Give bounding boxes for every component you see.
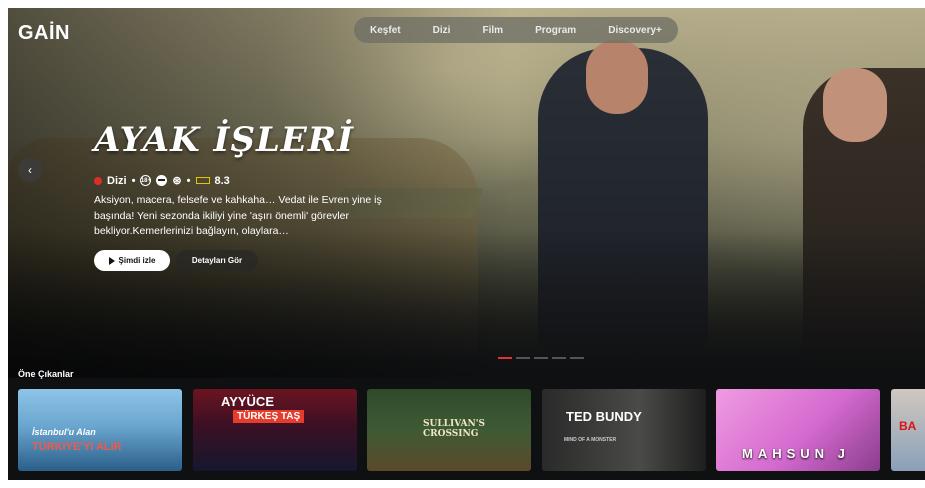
featured-row: İstanbul'u Alan TÜRKİYE'Yİ ALIR AYYÜCE T… xyxy=(18,389,925,473)
nav-item-discovery[interactable]: Discovery+ xyxy=(608,25,662,36)
featured-card[interactable]: AYYÜCE TÜRKEŞ TAŞ xyxy=(193,389,357,471)
violence-icon: ⊛ xyxy=(172,175,182,187)
nav-item-program[interactable]: Program xyxy=(535,25,576,36)
card-title: TED BUNDY xyxy=(566,409,642,424)
live-dot-icon xyxy=(94,176,102,185)
gain-logo[interactable]: GAİN xyxy=(18,22,70,45)
slide-dot[interactable] xyxy=(552,357,566,359)
card-subtitle: İstanbul'u Alan xyxy=(32,427,96,437)
featured-card[interactable]: İstanbul'u Alan TÜRKİYE'Yİ ALIR xyxy=(18,389,182,471)
featured-card[interactable]: BA xyxy=(891,389,925,471)
card-subtitle: MIND OF A MONSTER xyxy=(564,437,617,443)
card-title: AYYÜCE xyxy=(221,394,274,409)
hero-description: Aksiyon, macera, felsefe ve kahkaha… Ved… xyxy=(94,194,382,237)
top-nav: Keşfet Dizi Film Program Discovery+ xyxy=(354,17,678,43)
featured-card[interactable]: MAHSUN J xyxy=(716,389,880,471)
imdb-rating: 8.3 xyxy=(214,174,230,187)
card-title: TÜRKİYE'Yİ ALIR xyxy=(32,441,122,453)
nav-item-kesfet[interactable]: Keşfet xyxy=(370,25,401,36)
age-rating-icon: 18+ xyxy=(140,175,152,186)
watch-now-label: Şimdi izle xyxy=(118,256,156,265)
imdb-icon xyxy=(195,177,210,184)
nav-item-film[interactable]: Film xyxy=(482,25,503,36)
slide-dot[interactable] xyxy=(534,357,548,359)
content-warning-icon xyxy=(156,175,168,186)
hero-meta: Dizi • 18+ ⊛ • 8.3 xyxy=(94,174,230,187)
card-title: MAHSUN J xyxy=(742,446,850,461)
previous-slide-button[interactable]: ‹ xyxy=(18,158,42,182)
meta-separator: • xyxy=(186,174,191,187)
slide-indicator xyxy=(498,357,584,359)
chevron-left-icon: ‹ xyxy=(28,163,32,177)
meta-separator: • xyxy=(131,174,136,187)
featured-card[interactable]: SULLIVAN'S CROSSING xyxy=(367,389,531,471)
watch-now-button[interactable]: Şimdi izle xyxy=(94,250,170,271)
featured-card[interactable]: TED BUNDY MIND OF A MONSTER xyxy=(542,389,706,471)
slide-dot[interactable] xyxy=(516,357,530,359)
content-type: Dizi xyxy=(107,174,127,187)
slide-dot[interactable] xyxy=(498,357,512,359)
details-button[interactable]: Detayları Gör xyxy=(176,250,258,271)
card-subtitle: TÜRKEŞ TAŞ xyxy=(233,410,305,423)
featured-section-title: Öne Çıkanlar xyxy=(18,369,74,379)
app-frame: GAİN Keşfet Dizi Film Program Discovery+… xyxy=(8,8,925,480)
play-icon xyxy=(108,256,115,265)
card-title: BA xyxy=(899,419,917,433)
nav-item-dizi[interactable]: Dizi xyxy=(433,25,451,36)
card-title: SULLIVAN'S CROSSING xyxy=(423,419,485,439)
slide-dot[interactable] xyxy=(570,357,584,359)
hero-title: AYAK İŞLERİ xyxy=(94,120,354,160)
